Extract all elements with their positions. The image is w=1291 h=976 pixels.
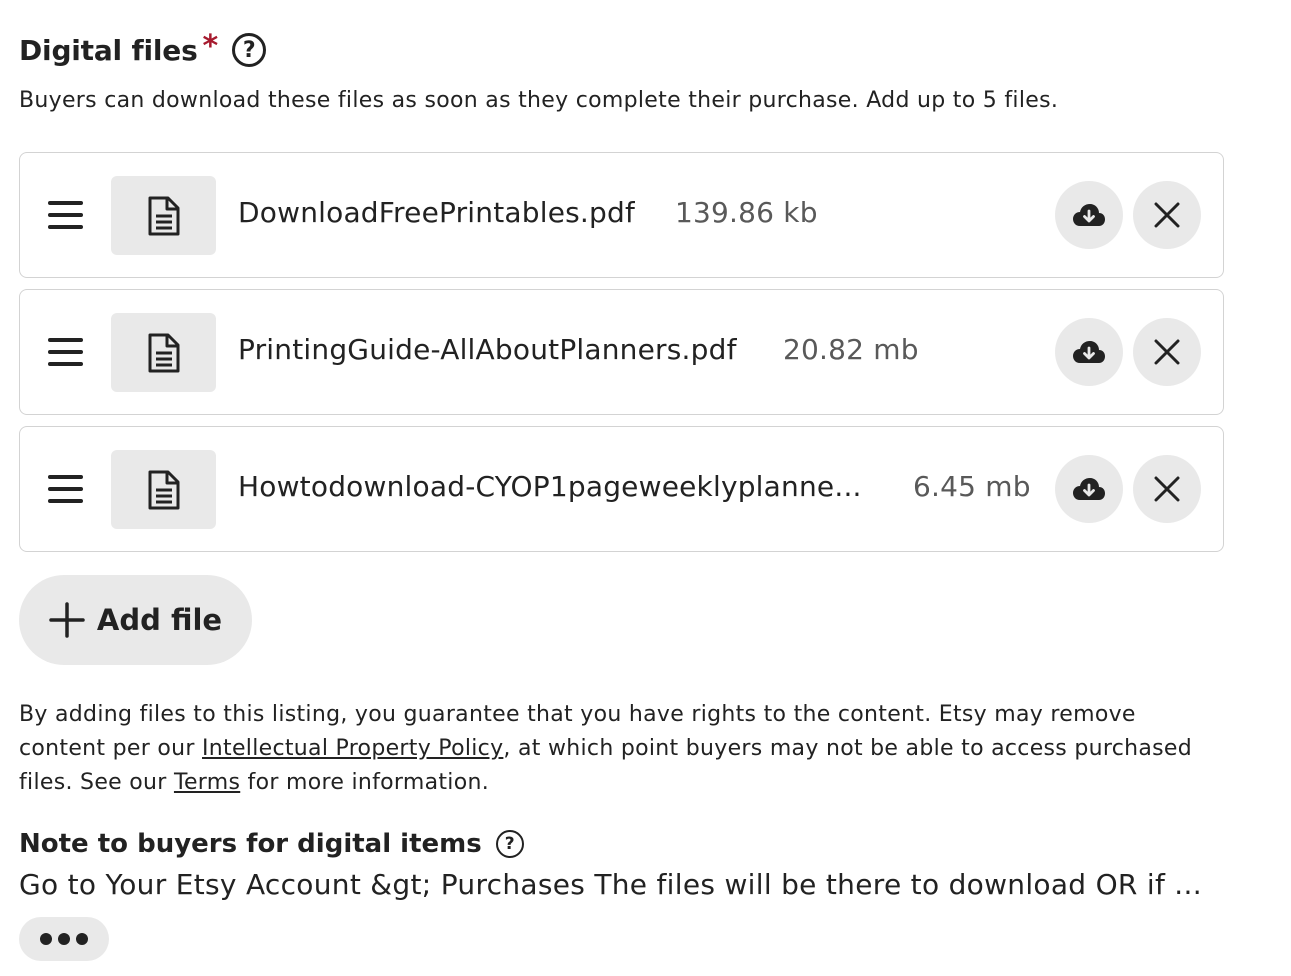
drag-handle-icon[interactable] (48, 199, 83, 231)
help-icon[interactable]: ? (232, 33, 267, 67)
add-file-button[interactable]: Add file (19, 575, 252, 665)
add-file-label: Add file (96, 603, 223, 637)
cloud-download-icon (1073, 341, 1105, 363)
more-options-button[interactable] (19, 917, 109, 961)
file-size: 20.82 mb (783, 333, 919, 366)
document-icon (111, 313, 216, 392)
cloud-download-icon (1073, 478, 1105, 500)
file-name: DownloadFreePrintables.pdf (238, 196, 636, 229)
file-row: DownloadFreePrintables.pdf 139.86 kb (19, 152, 1224, 278)
document-icon (111, 176, 216, 255)
note-to-buyers-title: Note to buyers for digital items (19, 829, 482, 859)
note-to-buyers-text: Go to Your Etsy Account &gt; Purchases T… (19, 868, 1202, 901)
drag-handle-icon[interactable] (48, 336, 83, 368)
file-row: Howtodownload-CYOP1pageweeklyplanne... 6… (19, 426, 1224, 552)
ellipsis-icon (40, 933, 52, 945)
document-icon (111, 450, 216, 529)
close-icon (1154, 202, 1180, 228)
intellectual-property-policy-link[interactable]: Intellectual Property Policy (202, 736, 503, 761)
file-size: 139.86 kb (675, 196, 818, 229)
required-asterisk: * (202, 28, 219, 64)
digital-files-description: Buyers can download these files as soon … (19, 88, 1059, 113)
file-name: PrintingGuide-AllAboutPlanners.pdf (238, 333, 737, 366)
plus-icon (49, 602, 85, 638)
digital-files-title: Digital files (19, 33, 198, 67)
file-size: 6.45 mb (913, 470, 1031, 503)
remove-file-button[interactable] (1133, 318, 1201, 386)
note-to-buyers-header: Note to buyers for digital items ? (19, 824, 524, 864)
file-row: PrintingGuide-AllAboutPlanners.pdf 20.82… (19, 289, 1224, 415)
legal-notice: By adding files to this listing, you gua… (19, 698, 1199, 800)
close-icon (1154, 339, 1180, 365)
remove-file-button[interactable] (1133, 455, 1201, 523)
close-icon (1154, 476, 1180, 502)
download-button[interactable] (1055, 455, 1123, 523)
remove-file-button[interactable] (1133, 181, 1201, 249)
digital-files-header: Digital files * ? (19, 28, 267, 72)
download-button[interactable] (1055, 181, 1123, 249)
legal-text-part3: for more information. (240, 770, 490, 795)
file-name: Howtodownload-CYOP1pageweeklyplanne... (238, 470, 862, 503)
help-icon[interactable]: ? (495, 830, 524, 858)
download-button[interactable] (1055, 318, 1123, 386)
drag-handle-icon[interactable] (48, 473, 83, 505)
terms-link[interactable]: Terms (174, 770, 240, 795)
cloud-download-icon (1073, 204, 1105, 226)
